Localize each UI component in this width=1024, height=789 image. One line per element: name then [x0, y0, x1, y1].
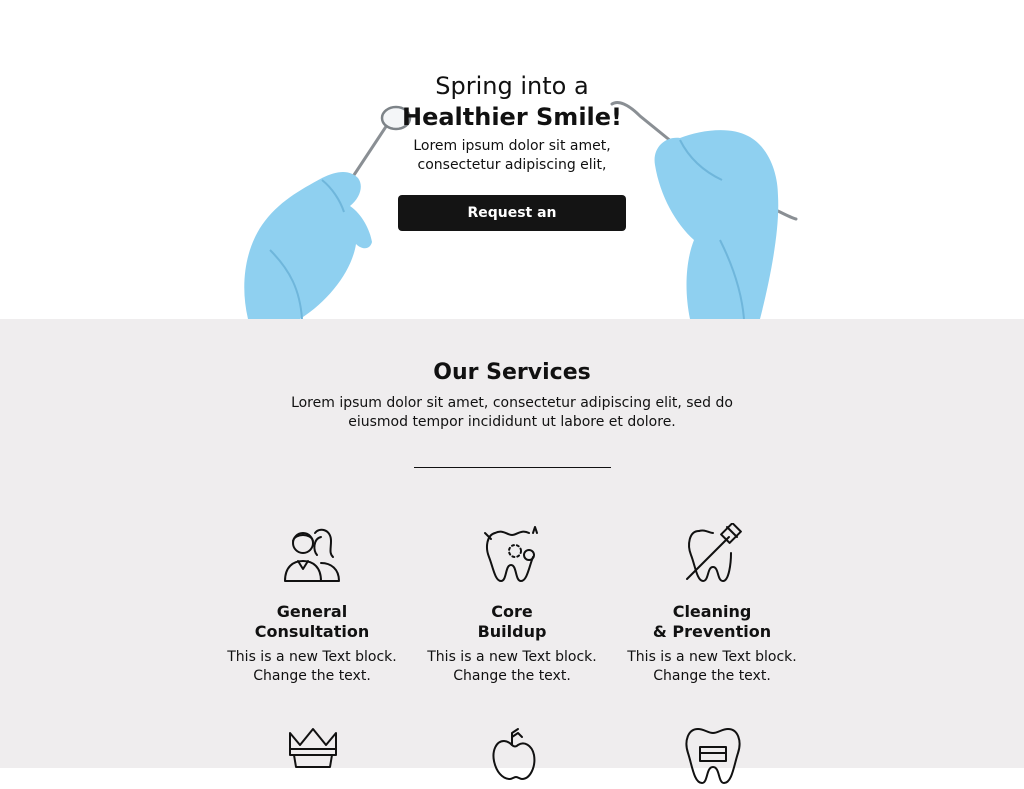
tooth-buildup-icon — [484, 526, 538, 582]
card-title-line1: Core — [491, 602, 533, 621]
card-text-line1: This is a new Text block. — [227, 649, 397, 665]
hero-subtitle-line2: consectetur adipiscing elit, — [417, 157, 607, 173]
card-title-line2: & Prevention — [652, 622, 772, 641]
card-text-line2: Change the text. — [453, 668, 571, 684]
consultation-people-icon — [284, 528, 340, 582]
hero-heading-line2: Healthier Smile! — [401, 103, 622, 131]
service-card-text: This is a new Text block. Change the tex… — [612, 648, 812, 686]
section-divider — [414, 467, 611, 468]
card-text-line1: This is a new Text block. — [427, 649, 597, 665]
services-subtitle: Lorem ipsum dolor sit amet, consectetur … — [0, 394, 1024, 432]
card-title-line2: Buildup — [477, 622, 547, 641]
card-text-line2: Change the text. — [653, 668, 771, 684]
services-subtitle-line2: eiusmod tempor incididunt ut labore et d… — [348, 414, 676, 430]
hero-subtitle: Lorem ipsum dolor sit amet, consectetur … — [0, 137, 1024, 175]
services-title: Our Services — [433, 360, 591, 385]
hero-subtitle-line1: Lorem ipsum dolor sit amet, — [413, 138, 611, 154]
service-card-consultation[interactable]: General Consultation This is a new Text … — [212, 523, 412, 686]
request-appointment-button[interactable]: Request an Appointment — [398, 195, 626, 257]
service-card-text: This is a new Text block. Change the tex… — [412, 648, 612, 686]
card-text-line2: Change the text. — [253, 668, 371, 684]
hero-heading-line1: Spring into a — [435, 72, 589, 100]
service-card-title: General Consultation — [212, 602, 412, 642]
tooth-brush-icon — [686, 523, 742, 582]
services-subtitle-line1: Lorem ipsum dolor sit amet, consectetur … — [291, 395, 733, 411]
service-card-core-buildup[interactable]: Core Buildup This is a new Text block. C… — [412, 523, 612, 686]
hero-section: Spring into a Healthier Smile! Lorem ips… — [0, 0, 1024, 319]
service-card-text: This is a new Text block. Change the tex… — [212, 648, 412, 686]
card-text-line1: This is a new Text block. — [627, 649, 797, 665]
tooth-crown-icon[interactable] — [282, 727, 344, 789]
tooth-filling-icon[interactable] — [682, 727, 744, 789]
card-title-line1: General — [276, 602, 348, 621]
service-card-title: Core Buildup — [412, 602, 612, 642]
card-title-line2: Consultation — [254, 622, 370, 641]
service-card-title: Cleaning & Prevention — [612, 602, 812, 642]
card-title-line1: Cleaning — [672, 602, 752, 621]
service-card-cleaning[interactable]: Cleaning & Prevention This is a new Text… — [612, 523, 812, 686]
apple-icon[interactable] — [482, 727, 544, 789]
hero-text: Spring into a Healthier Smile! Lorem ips… — [0, 70, 1024, 257]
